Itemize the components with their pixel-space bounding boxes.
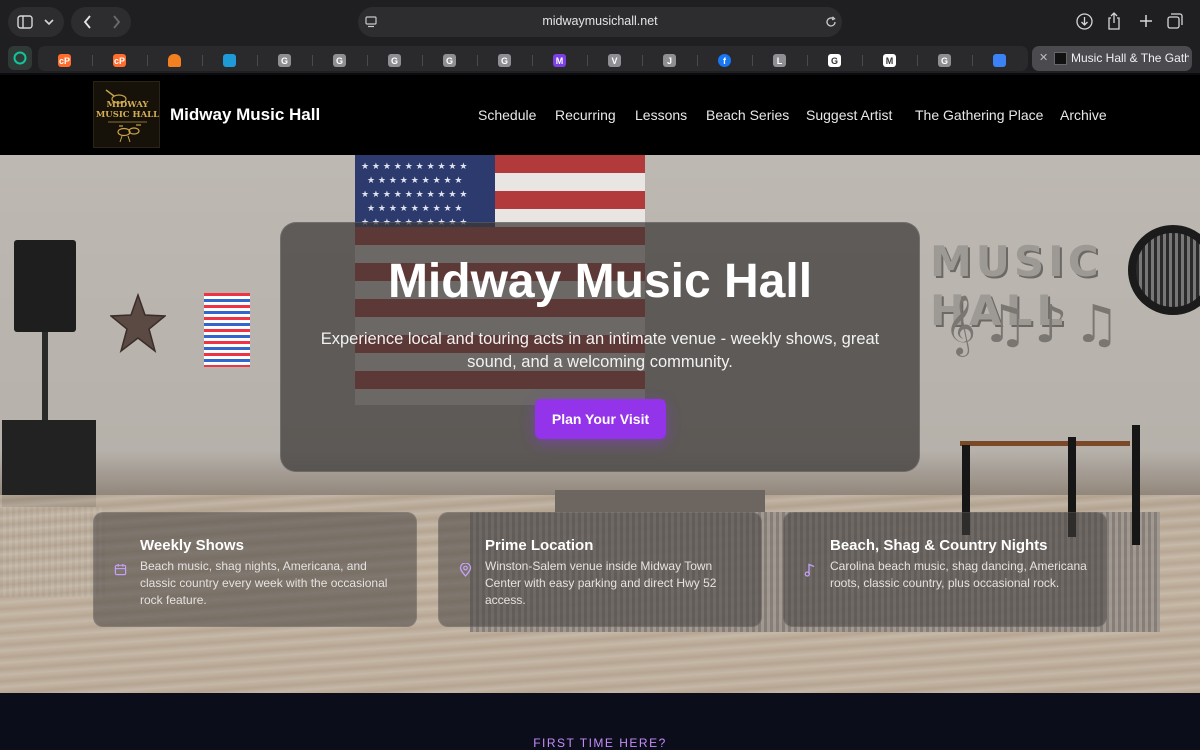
- svg-text:MUSIC HALL: MUSIC HALL: [96, 110, 159, 120]
- svg-text:★ ★ ★ ★ ★ ★ ★ ★ ★ ★: ★ ★ ★ ★ ★ ★ ★ ★ ★ ★: [361, 190, 467, 200]
- tab-separator: [642, 55, 643, 66]
- tab-separator: [807, 55, 808, 66]
- cloudflare-icon[interactable]: [168, 54, 181, 67]
- site-favicon: [1054, 52, 1067, 65]
- grammarly-icon[interactable]: [8, 46, 32, 70]
- svg-text:MIDWAY: MIDWAY: [107, 100, 150, 110]
- google-icon[interactable]: G: [828, 54, 841, 67]
- sidebar-icon: [17, 15, 33, 29]
- pinned-tabs: cP cP G G G G G M V Jf L G M G: [38, 46, 1028, 71]
- tab-separator: [147, 55, 148, 66]
- barrier-post: [1132, 425, 1140, 545]
- speaker-cabinet: [14, 240, 76, 332]
- music-note-icon: [804, 563, 818, 577]
- metal-star-decor: [110, 293, 166, 353]
- tab-separator: [367, 55, 368, 66]
- tab-separator: [477, 55, 478, 66]
- g-icon-6[interactable]: G: [938, 54, 951, 67]
- back-icon[interactable]: [79, 14, 95, 30]
- map-pin-icon: [459, 562, 473, 577]
- tab-separator: [752, 55, 753, 66]
- tab-separator: [532, 55, 533, 66]
- section-eyebrow: FIRST TIME HERE?: [533, 736, 667, 750]
- nav-lessons[interactable]: Lessons: [635, 107, 687, 123]
- music-notes-decor: 𝄞♫♪♫: [945, 295, 1127, 355]
- feature-title: Prime Location: [485, 537, 594, 554]
- feature-description: Winston-Salem venue inside Midway Town C…: [485, 559, 717, 607]
- active-tab[interactable]: ✕ Music Hall & The Gathering Place: [1032, 46, 1192, 71]
- tiles-icon[interactable]: [223, 54, 236, 67]
- share-icon[interactable]: [1105, 11, 1123, 30]
- g-icon-4[interactable]: G: [443, 54, 456, 67]
- chevron-down-icon: [43, 16, 55, 28]
- tab-separator: [422, 55, 423, 66]
- feature-description: Carolina beach music, shag dancing, Amer…: [830, 559, 1087, 590]
- cpanel-icon-2[interactable]: cP: [113, 54, 126, 67]
- cloud-icon[interactable]: [993, 54, 1006, 67]
- site-header: MIDWAY MUSIC HALL Midway Music Hall Sche…: [0, 75, 1200, 155]
- nav-recurring[interactable]: Recurring: [555, 107, 616, 123]
- tab-separator: [587, 55, 588, 66]
- feature-description: Beach music, shag nights, Americana, and…: [140, 559, 388, 607]
- m-box-icon[interactable]: M: [883, 54, 896, 67]
- new-tab-icon[interactable]: [1137, 12, 1155, 30]
- calendar-icon: [114, 563, 128, 577]
- feature-title: Weekly Shows: [140, 537, 244, 554]
- svg-text:★ ★ ★ ★ ★ ★ ★ ★ ★: ★ ★ ★ ★ ★ ★ ★ ★ ★: [367, 204, 463, 214]
- nav-archive[interactable]: Archive: [1060, 107, 1107, 123]
- forward-icon[interactable]: [108, 14, 124, 30]
- tab-overview-icon[interactable]: [1166, 12, 1184, 30]
- cpanel-icon[interactable]: cP: [58, 54, 71, 67]
- sidebar-toggle-group[interactable]: [8, 7, 64, 37]
- l-icon[interactable]: L: [773, 54, 786, 67]
- tab-separator: [92, 55, 93, 66]
- v-icon[interactable]: V: [608, 54, 621, 67]
- tab-separator: [312, 55, 313, 66]
- nav-schedule[interactable]: Schedule: [478, 107, 536, 123]
- plan-visit-button[interactable]: Plan Your Visit: [535, 399, 666, 439]
- tab-separator: [917, 55, 918, 66]
- g-icon-1[interactable]: G: [278, 54, 291, 67]
- hero-title: Midway Music Hall: [387, 255, 813, 308]
- feature-card-weekly-shows: Weekly Shows Beach music, shag nights, A…: [93, 512, 417, 627]
- downloads-icon[interactable]: [1075, 12, 1093, 30]
- browser-toolbar: midwaymusichall.net: [0, 0, 1200, 42]
- g-icon-5[interactable]: G: [498, 54, 511, 67]
- feature-card-prime-location: Prime Location Winston-Salem venue insid…: [438, 512, 762, 627]
- hero-section: ★ ★ ★ ★ ★ ★ ★ ★ ★ ★ ★ ★ ★ ★ ★ ★ ★ ★ ★ ★ ★…: [0, 155, 1200, 693]
- j-icon[interactable]: J: [663, 54, 676, 67]
- site-brand[interactable]: Midway Music Hall: [170, 105, 320, 125]
- venue-logo[interactable]: MIDWAY MUSIC HALL: [93, 81, 160, 148]
- feature-title: Beach, Shag & Country Nights: [830, 537, 1048, 554]
- svg-text:★ ★ ★ ★ ★ ★ ★ ★ ★ ★: ★ ★ ★ ★ ★ ★ ★ ★ ★ ★: [361, 162, 467, 172]
- nav-beach-series[interactable]: Beach Series: [706, 107, 789, 123]
- reload-icon[interactable]: [824, 15, 838, 29]
- g-icon-2[interactable]: G: [333, 54, 346, 67]
- tab-bar: cP cP G G G G G M V Jf L G M G ✕ Music Hall & The Gat…: [0, 42, 1200, 74]
- tab-separator: [257, 55, 258, 66]
- tab-title: Music Hall & The Gathering Place: [1071, 51, 1189, 65]
- m-icon[interactable]: M: [553, 54, 566, 67]
- address-bar[interactable]: midwaymusichall.net: [358, 7, 842, 37]
- close-tab-icon[interactable]: ✕: [1039, 51, 1048, 64]
- svg-text:★ ★ ★ ★ ★ ★ ★ ★ ★: ★ ★ ★ ★ ★ ★ ★ ★ ★: [367, 176, 463, 186]
- stage-top: [555, 490, 765, 512]
- tab-separator: [697, 55, 698, 66]
- url-text: midwaymusichall.net: [542, 14, 658, 28]
- speaker-stand: [42, 332, 48, 422]
- facebook-icon[interactable]: f: [718, 54, 731, 67]
- wall-poster: [204, 293, 250, 367]
- nav-buttons: [71, 7, 131, 37]
- nav-gathering-place[interactable]: The Gathering Place: [915, 107, 1043, 123]
- hero-subtitle: Experience local and touring acts in an …: [320, 330, 880, 371]
- tab-separator: [862, 55, 863, 66]
- first-time-section: FIRST TIME HERE?: [0, 693, 1200, 750]
- hero-card: Midway Music Hall Experience local and t…: [280, 222, 920, 472]
- tab-separator: [202, 55, 203, 66]
- tab-separator: [972, 55, 973, 66]
- barrier-rail: [960, 441, 1130, 446]
- feature-card-beach-shag-country: Beach, Shag & Country Nights Carolina be…: [783, 512, 1107, 627]
- nav-suggest-artist[interactable]: Suggest Artist: [806, 107, 892, 123]
- g-icon-3[interactable]: G: [388, 54, 401, 67]
